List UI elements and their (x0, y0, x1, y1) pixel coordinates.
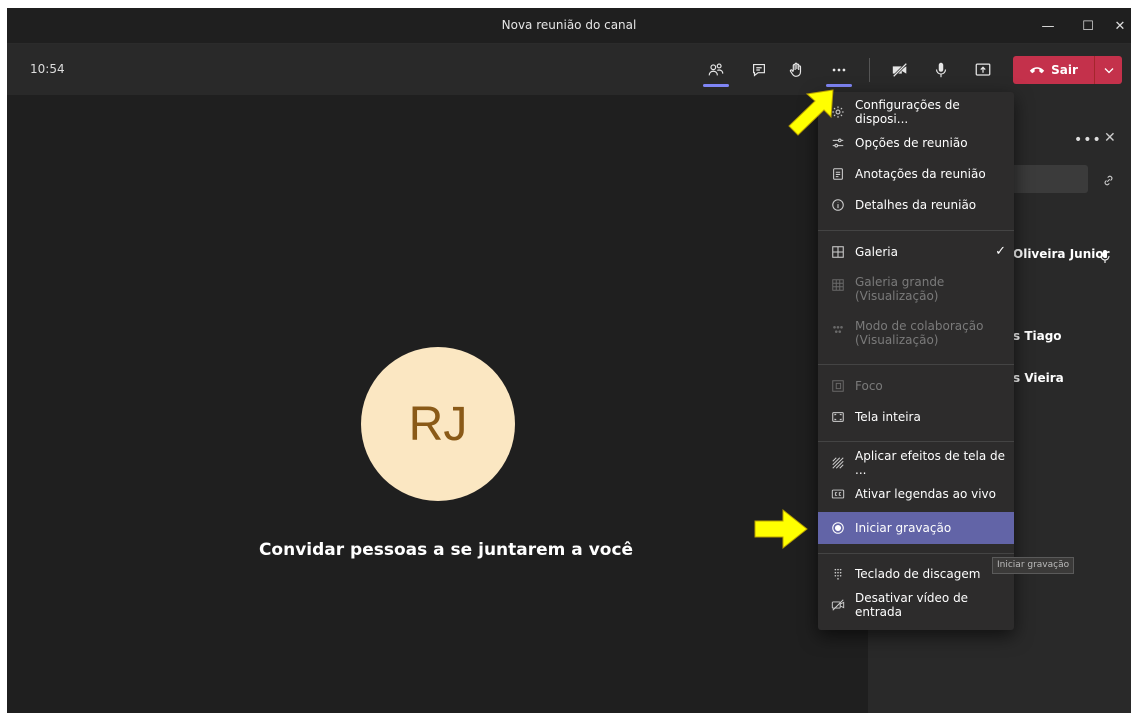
camera-toggle-button[interactable] (886, 56, 914, 84)
menu-item-label: Configurações de disposi... (855, 98, 960, 126)
captions-icon (829, 487, 847, 501)
background-effects-icon (829, 456, 847, 470)
participant-name: s Vieira (1013, 371, 1064, 385)
annotation-arrow-icon (754, 508, 808, 550)
menu-item-dial-pad[interactable]: Teclado de discagem (818, 560, 1014, 588)
annotation-arrow-icon (788, 89, 834, 136)
menu-separator (818, 553, 1014, 554)
dialpad-icon (829, 567, 847, 581)
toolbar-divider (869, 58, 870, 82)
menu-item-label: Galeria (855, 245, 898, 259)
menu-item-label: Modo de colaboração (855, 319, 984, 333)
menu-item-gallery[interactable]: Galeria ✓ (818, 237, 1014, 267)
share-tray-icon (975, 63, 991, 76)
menu-separator (818, 230, 1014, 231)
chevron-down-icon (1104, 67, 1113, 73)
more-actions-button[interactable] (825, 56, 853, 87)
menu-item-large-gallery[interactable]: Galeria grande (Visualização) (818, 275, 1014, 309)
menu-item-label: Teclado de discagem (855, 567, 981, 581)
menu-item-label: Opções de reunião (855, 136, 968, 150)
link-icon[interactable] (1102, 172, 1115, 191)
camera-off-icon (892, 62, 908, 78)
chat-icon (753, 64, 765, 77)
menu-item-start-recording[interactable]: Iniciar gravação (818, 512, 1014, 544)
gallery-icon (829, 245, 847, 259)
together-mode-icon (829, 322, 847, 336)
window-title: Nova reunião do canal (501, 18, 637, 32)
menu-item-label: Desativar vídeo de entrada (855, 591, 969, 619)
notes-icon (829, 167, 847, 181)
record-icon (829, 521, 847, 535)
chat-button[interactable] (745, 56, 773, 84)
close-window-button[interactable]: ✕ (1107, 8, 1131, 44)
menu-item-meeting-options[interactable]: Opções de reunião (818, 129, 1014, 157)
menu-item-background-effects[interactable]: Aplicar efeitos de tela de ... (818, 449, 1014, 477)
menu-item-label: Ativar legendas ao vivo (855, 487, 996, 501)
menu-item-label: Tela inteira (855, 410, 921, 424)
fullscreen-icon (829, 410, 847, 424)
menu-item-device-settings[interactable]: Configurações de disposi... (818, 98, 1014, 126)
panel-close-button[interactable]: ✕ (1104, 130, 1116, 146)
leave-button-group: Sair (1013, 56, 1122, 84)
avatar: RJ (361, 347, 515, 501)
minimize-button[interactable]: — (1035, 8, 1061, 44)
hang-up-icon (1029, 67, 1045, 74)
menu-item-together-mode[interactable]: Modo de colaboração (Visualização) (818, 319, 1014, 353)
raise-hand-button[interactable] (782, 56, 810, 84)
menu-item-label: Aplicar efeitos de tela de ... (855, 449, 1006, 477)
video-off-icon (829, 598, 847, 612)
checkmark-icon: ✓ (995, 244, 1006, 259)
menu-separator (818, 364, 1014, 365)
microphone-icon (935, 62, 947, 78)
menu-item-meeting-notes[interactable]: Anotações da reunião (818, 160, 1014, 188)
leave-label: Sair (1051, 63, 1078, 77)
menu-item-label: Foco (855, 379, 883, 393)
meeting-time: 10:54 (30, 62, 65, 76)
menu-item-label: Detalhes da reunião (855, 198, 977, 212)
participants-button[interactable] (702, 56, 730, 87)
participant-mic-icon (1100, 249, 1110, 268)
menu-item-focus[interactable]: Foco (818, 372, 1014, 400)
info-icon (829, 198, 847, 212)
title-bar: Nova reunião do canal — ☐ ✕ (7, 8, 1131, 44)
menu-separator (818, 441, 1014, 442)
meeting-stage: RJ Convidar pessoas a se juntarem a você (7, 95, 868, 713)
menu-item-meeting-details[interactable]: Detalhes da reunião (818, 191, 1014, 219)
large-gallery-icon (829, 278, 847, 292)
invite-field[interactable] (1008, 165, 1088, 193)
menu-item-label: Galeria grande (855, 275, 945, 289)
menu-item-sublabel: (Visualização) (855, 333, 939, 347)
sliders-icon (829, 136, 847, 150)
people-icon (708, 63, 724, 76)
menu-item-label: Anotações da reunião (855, 167, 986, 181)
menu-item-live-captions[interactable]: Ativar legendas ao vivo (818, 480, 1014, 508)
hand-icon (789, 62, 802, 77)
menu-item-full-screen[interactable]: Tela inteira (818, 403, 1014, 431)
participant-name: Oliveira Junior (1013, 247, 1110, 261)
meeting-toolbar: 10:54 Sair (7, 44, 1131, 95)
leave-button[interactable]: Sair (1013, 56, 1094, 84)
teams-meeting-window: Nova reunião do canal — ☐ ✕ 10:54 Sair R… (7, 8, 1131, 713)
tooltip: Iniciar gravação (992, 557, 1075, 574)
share-screen-button[interactable] (969, 56, 997, 84)
more-dots-icon (832, 68, 846, 72)
maximize-button[interactable]: ☐ (1075, 8, 1101, 44)
focus-icon (829, 379, 847, 393)
menu-item-sublabel: (Visualização) (855, 289, 939, 303)
microphone-button[interactable] (927, 56, 955, 84)
more-actions-menu: Configurações de disposi... Opções de re… (818, 92, 1014, 630)
menu-item-disable-incoming-video[interactable]: Desativar vídeo de entrada (818, 591, 1014, 619)
menu-item-label: Iniciar gravação (855, 521, 952, 535)
participant-name: s Tiago (1013, 329, 1062, 343)
leave-options-button[interactable] (1095, 56, 1122, 84)
panel-more-button[interactable]: ••• (1074, 132, 1102, 148)
